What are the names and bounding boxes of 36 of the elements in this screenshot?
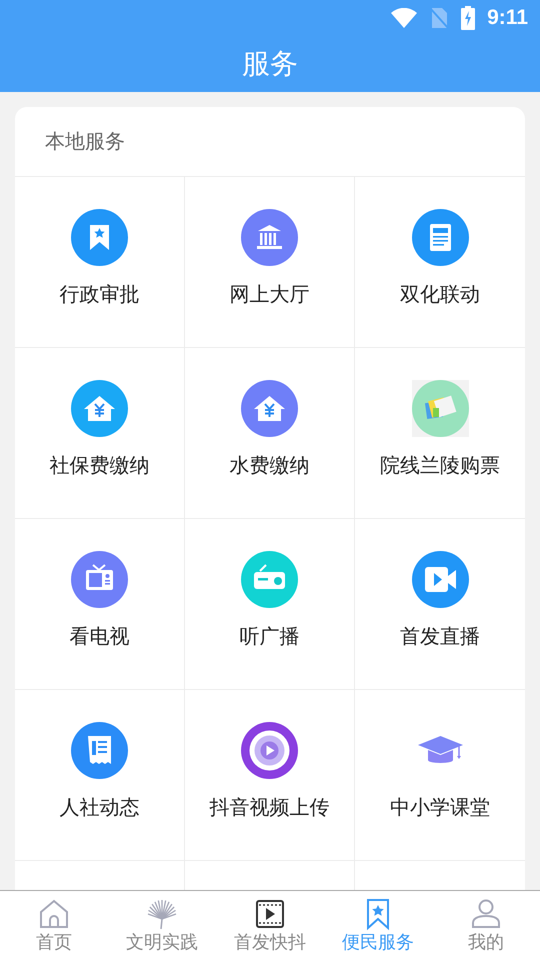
service-item[interactable]: 水费缴纳 [185, 348, 355, 518]
bank-building-icon [241, 209, 298, 266]
service-item[interactable]: 人社动态 [15, 690, 185, 860]
home-icon [37, 897, 71, 931]
service-item[interactable]: 社保费缴纳 [15, 348, 185, 518]
house-yen-icon [71, 380, 128, 437]
tickets-icon [412, 380, 468, 437]
service-item[interactable]: 行政审批 [15, 177, 185, 347]
service-item[interactable]: 双化联动 [355, 177, 525, 347]
service-item[interactable]: 中小学课堂 [355, 690, 525, 860]
service-item[interactable]: 网上大厅 [185, 177, 355, 347]
film-play-icon [253, 897, 287, 931]
page-title: 服务 [242, 46, 298, 80]
house-yen-icon [241, 380, 298, 437]
video-camera-icon [412, 551, 468, 608]
person-icon [469, 897, 503, 931]
wifi-icon [391, 8, 418, 28]
service-item[interactable]: 听广播 [185, 519, 355, 689]
tab-item[interactable]: 我的 [432, 891, 540, 960]
service-item[interactable]: 看电视 [15, 519, 185, 689]
battery-charging-icon [461, 6, 476, 30]
service-item[interactable]: 院线兰陵购票 [355, 348, 525, 518]
no-sim-icon [429, 6, 450, 28]
section-title: 本地服务 [45, 130, 125, 154]
document-icon [412, 209, 468, 266]
fan-icon [145, 897, 179, 931]
tab-item[interactable]: 首发快抖 [216, 891, 324, 960]
status-time: 9:11 [487, 4, 528, 31]
radio-icon [241, 551, 298, 608]
service-item[interactable]: 抖音视频上传 [185, 690, 355, 860]
video-play-icon [241, 722, 298, 779]
television-icon [71, 551, 128, 608]
tab-item[interactable]: 首页 [0, 891, 108, 960]
newspaper-icon [71, 722, 128, 779]
service-item[interactable]: 首发直播 [355, 519, 525, 689]
tab-item[interactable]: 文明实践 [108, 891, 216, 960]
